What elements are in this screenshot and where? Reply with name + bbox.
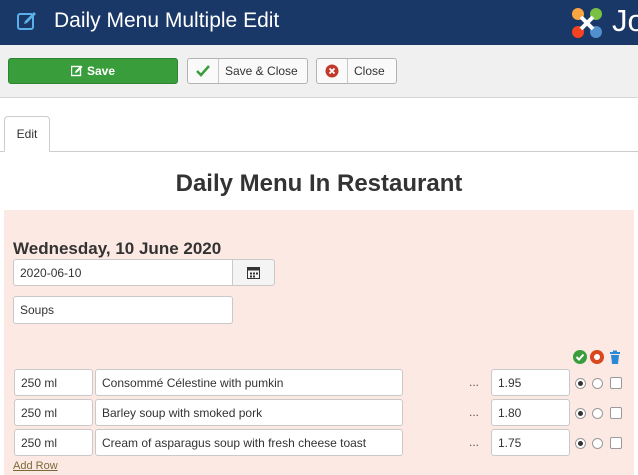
price-input[interactable]: 1.75 — [491, 429, 570, 456]
no-circle-icon[interactable] — [590, 350, 604, 364]
add-row-link[interactable]: Add Row — [13, 460, 58, 472]
trash-icon[interactable] — [608, 350, 622, 364]
dish-name-input[interactable]: Cream of asparagus soup with fresh chees… — [95, 429, 403, 456]
row-no-radio[interactable] — [592, 438, 603, 449]
tab-edit-label: Edit — [16, 127, 38, 141]
save-and-close-label: Save & Close — [225, 64, 298, 78]
price-input[interactable]: 1.80 — [491, 399, 570, 426]
row-no-radio[interactable] — [592, 378, 603, 389]
logo-text: Jo — [612, 3, 638, 38]
row-delete-checkbox[interactable] — [610, 407, 622, 419]
tab-edit[interactable]: Edit — [4, 116, 50, 152]
category-input[interactable]: Soups — [13, 296, 233, 324]
row-yes-radio[interactable] — [575, 408, 586, 419]
row-no-radio[interactable] — [592, 408, 603, 419]
edit-icon — [70, 65, 83, 77]
row-yes-radio[interactable] — [575, 438, 586, 449]
amount-input[interactable]: 250 ml — [14, 369, 93, 396]
day-title: Wednesday, 10 June 2020 — [13, 239, 222, 258]
price-leader: ... — [469, 375, 480, 389]
save-and-close-button[interactable]: Save & Close — [187, 58, 308, 84]
close-button[interactable]: Close — [316, 58, 397, 84]
calendar-icon — [247, 267, 260, 279]
check-circle-icon[interactable] — [573, 350, 587, 364]
save-button[interactable]: Save — [8, 58, 178, 84]
price-leader: ... — [469, 435, 480, 449]
edit-icon — [17, 12, 36, 30]
amount-input[interactable]: 250 ml — [14, 399, 93, 426]
calendar-button[interactable] — [232, 259, 275, 286]
dish-name-input[interactable]: Barley soup with smoked pork — [95, 399, 403, 426]
joomla-logo-icon — [572, 8, 602, 38]
tab-divider — [0, 151, 638, 152]
price-input[interactable]: 1.95 — [491, 369, 570, 396]
save-label: Save — [86, 64, 116, 78]
row-delete-checkbox[interactable] — [610, 377, 622, 389]
check-icon — [188, 59, 219, 83]
menu-heading: Daily Menu In Restaurant — [175, 170, 463, 197]
close-circle-icon — [317, 59, 348, 83]
dish-name-input[interactable]: Consommé Célestine with pumkin — [95, 369, 403, 396]
page-title: Daily Menu Multiple Edit — [54, 9, 280, 32]
amount-input[interactable]: 250 ml — [14, 429, 93, 456]
close-label: Close — [354, 64, 385, 78]
row-yes-radio[interactable] — [575, 378, 586, 389]
price-leader: ... — [469, 405, 480, 419]
header-bar: Daily Menu Multiple Edit Jo — [0, 0, 638, 45]
toolbar: Save Save & Close Close — [0, 45, 638, 98]
row-delete-checkbox[interactable] — [610, 437, 622, 449]
date-input[interactable]: 2020-06-10 — [13, 259, 233, 286]
